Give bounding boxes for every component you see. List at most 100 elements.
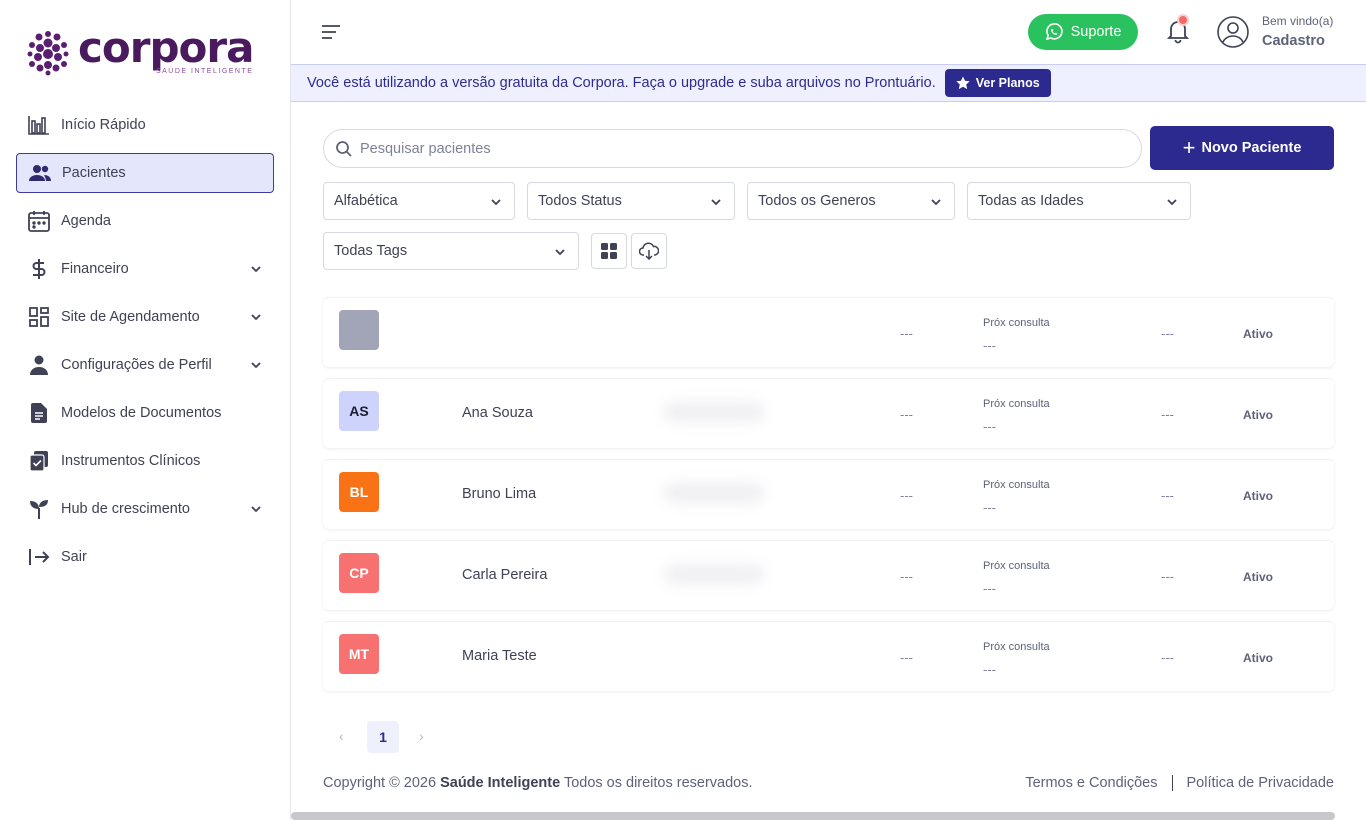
user-greeting: Bem vindo(a) xyxy=(1262,14,1334,28)
topbar: Suporte Bem vindo(a) Cadastro xyxy=(291,0,1366,64)
sort-select[interactable]: Alfabética xyxy=(323,182,515,220)
calendar-icon xyxy=(27,209,51,233)
patient-phone: --- xyxy=(900,407,913,422)
view-plans-label: Ver Planos xyxy=(975,76,1040,90)
patient-avatar: MT xyxy=(339,634,379,674)
sidebar-item-agenda[interactable]: Agenda xyxy=(16,201,274,241)
support-label: Suporte xyxy=(1070,24,1122,40)
tags-select-value: Todas Tags xyxy=(334,243,408,259)
chevron-down-icon xyxy=(251,362,261,369)
patient-tags: --- xyxy=(1161,407,1174,422)
patient-avatar xyxy=(339,310,379,350)
dollar-icon xyxy=(27,257,51,281)
sidebar-item-financeiro[interactable]: Financeiro xyxy=(16,249,274,289)
sidebar-item-modelos-documentos[interactable]: Modelos de Documentos xyxy=(16,393,274,433)
patient-row[interactable]: BL Bruno Lima --- Próx consulta --- --- … xyxy=(323,459,1334,529)
user-name[interactable]: Cadastro xyxy=(1262,33,1325,49)
status-badge: Ativo xyxy=(1243,408,1273,422)
age-select[interactable]: Todas as Idades xyxy=(967,182,1191,220)
sidebar-item-instrumentos-clinicos[interactable]: Instrumentos Clínicos xyxy=(16,441,274,481)
patient-avatar: AS xyxy=(339,391,379,431)
sidebar-item-inicio-rapido[interactable]: Início Rápido xyxy=(16,105,274,145)
copyright-prefix: Copyright © 2026 xyxy=(323,775,437,791)
sidebar-item-configuracoes-perfil[interactable]: Configurações de Perfil xyxy=(16,345,274,385)
patient-name: Bruno Lima xyxy=(462,486,537,502)
new-patient-button[interactable]: + Novo Paciente xyxy=(1150,126,1334,170)
patient-name: Carla Pereira xyxy=(462,567,548,583)
export-button[interactable] xyxy=(631,233,667,269)
patient-tags: --- xyxy=(1161,326,1174,341)
sidebar-item-label: Financeiro xyxy=(61,261,129,277)
patient-avatar: CP xyxy=(339,553,379,593)
view-plans-button[interactable]: Ver Planos xyxy=(944,69,1051,97)
status-badge: Ativo xyxy=(1243,489,1273,503)
patient-row[interactable]: AS Ana Souza --- Próx consulta --- --- A… xyxy=(323,378,1334,448)
chevron-down-icon xyxy=(251,314,261,321)
patient-name: Ana Souza xyxy=(462,405,533,421)
patient-phone: --- xyxy=(900,569,913,584)
gender-select[interactable]: Todos os Generos xyxy=(747,182,955,220)
patient-phone: --- xyxy=(900,326,913,341)
sidebar-item-label: Sair xyxy=(61,549,87,565)
chevron-down-icon xyxy=(251,506,261,513)
status-badge: Ativo xyxy=(1243,651,1273,665)
plus-icon: + xyxy=(1182,135,1196,160)
status-select-value: Todos Status xyxy=(538,193,622,209)
company-name: Saúde Inteligente xyxy=(440,775,561,791)
privacy-link[interactable]: Política de Privacidade xyxy=(1187,775,1335,791)
sidebar-item-pacientes[interactable]: Pacientes xyxy=(16,153,274,193)
sidebar-item-sair[interactable]: Sair xyxy=(16,537,274,577)
chevron-down-icon xyxy=(491,199,501,206)
patient-phone: --- xyxy=(900,488,913,503)
grid-view-icon xyxy=(601,243,617,259)
sidebar-item-site-agendamento[interactable]: Site de Agendamento xyxy=(16,297,274,337)
patient-phone: --- xyxy=(900,650,913,665)
horizontal-scrollbar[interactable] xyxy=(291,812,1335,820)
sidebar-item-label: Instrumentos Clínicos xyxy=(61,453,201,469)
status-select[interactable]: Todos Status xyxy=(527,182,735,220)
sidebar-item-label: Início Rápido xyxy=(61,117,146,133)
sidebar-item-hub-crescimento[interactable]: Hub de crescimento xyxy=(16,489,274,529)
next-appointment-value: --- xyxy=(983,419,996,434)
age-select-value: Todas as Idades xyxy=(978,193,1084,209)
chevron-down-icon xyxy=(251,266,261,273)
tags-select[interactable]: Todas Tags xyxy=(323,232,579,270)
cloud-download-icon xyxy=(639,242,659,260)
patient-tags: --- xyxy=(1161,488,1174,503)
search-icon xyxy=(336,140,352,157)
sprout-icon xyxy=(27,497,51,521)
sort-select-value: Alfabética xyxy=(334,193,398,209)
new-patient-label: Novo Paciente xyxy=(1201,140,1302,156)
next-appointment-label: Próx consulta xyxy=(983,479,1050,491)
grid-view-button[interactable] xyxy=(591,233,627,269)
support-button[interactable]: Suporte xyxy=(1028,14,1138,50)
clipboard-icon xyxy=(27,449,51,473)
pagination-prev[interactable]: ‹ xyxy=(339,728,344,744)
document-icon xyxy=(27,401,51,425)
user-avatar-icon[interactable] xyxy=(1217,16,1249,48)
patient-avatar: BL xyxy=(339,472,379,512)
status-badge: Ativo xyxy=(1243,570,1273,584)
status-badge: Ativo xyxy=(1243,327,1273,341)
upgrade-banner-text: Você está utilizando a versão gratuita d… xyxy=(307,75,936,91)
terms-link[interactable]: Termos e Condições xyxy=(1025,775,1157,791)
patient-tags: --- xyxy=(1161,650,1174,665)
blurred-contact xyxy=(664,482,764,504)
sidebar-nav: Início Rápido Pacientes Agenda Financeir… xyxy=(16,105,274,585)
sidebar-item-label: Hub de crescimento xyxy=(61,501,190,517)
pagination-next[interactable]: › xyxy=(419,728,424,744)
brand-logo[interactable]: corpora SAÚDE INTELIGENTE xyxy=(26,27,254,76)
sidebar-item-label: Agenda xyxy=(61,213,111,229)
footer-copyright: Copyright © 2026 Saúde Inteligente Todos… xyxy=(323,775,753,791)
patient-row[interactable]: --- Próx consulta --- --- Ativo xyxy=(323,297,1334,367)
next-appointment-value: --- xyxy=(983,662,996,677)
sidebar-item-label: Site de Agendamento xyxy=(61,309,200,325)
patient-row[interactable]: MT Maria Teste --- Próx consulta --- ---… xyxy=(323,621,1334,691)
chevron-down-icon xyxy=(555,249,565,256)
patient-row[interactable]: CP Carla Pereira --- Próx consulta --- -… xyxy=(323,540,1334,610)
menu-toggle-icon[interactable] xyxy=(321,24,341,40)
pagination-page-current[interactable]: 1 xyxy=(367,721,399,753)
search-input[interactable] xyxy=(360,140,1120,157)
next-appointment-label: Próx consulta xyxy=(983,317,1050,329)
logout-icon xyxy=(27,545,51,569)
